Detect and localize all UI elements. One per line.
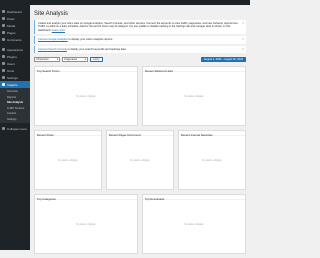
admin-sidebar: Dashboard Posts Media Pages Comments App…	[0, 5, 30, 250]
collapse-menu-button[interactable]: Collapse menu	[0, 125, 30, 132]
sidebar-item-users[interactable]: Users	[0, 60, 30, 67]
report-panel: Recent Pages Not Found No data to display	[106, 130, 174, 191]
page-icon	[2, 31, 5, 34]
sidebar-item-comments[interactable]: Comments	[0, 36, 30, 43]
user-icon	[2, 62, 5, 65]
report-panel: Recent Posts No data to display	[34, 130, 102, 191]
report-panel: Top Downloads No data to display	[142, 194, 246, 255]
empty-message: No data to display	[76, 95, 96, 99]
panel-title: Recent Posts	[35, 131, 101, 137]
settings-icon	[2, 76, 5, 79]
empty-message: No data to display	[184, 223, 204, 227]
empty-message: No data to display	[130, 159, 150, 163]
empty-message: No data to display	[58, 159, 78, 163]
date-range-button[interactable]: August 1, 2023 – August 30, 2023	[200, 56, 246, 62]
pin-icon	[2, 17, 5, 20]
filter-toolbar: Dimension ▾ Pageviews ▾ Apply August 1, 20…	[34, 56, 246, 62]
sidebar-item-insights[interactable]: Insights	[0, 81, 30, 88]
notice-text: to display your search keywords and rank…	[67, 47, 127, 51]
panel-title: Top Downloads	[143, 195, 245, 201]
main-content: Site Analysis Collect and analyze your s…	[34, 5, 246, 258]
apply-button[interactable]: Apply	[90, 56, 103, 62]
panel-row: Recent Posts No data to display Recent Pa…	[34, 130, 246, 191]
connect-search-console-link[interactable]: Connect Search Console	[38, 48, 67, 51]
chevron-down-icon: ▾	[84, 57, 86, 61]
empty-message: No data to display	[76, 223, 96, 227]
submenu-settings[interactable]: Settings	[0, 117, 30, 123]
sidebar-item-plugins[interactable]: Plugins	[0, 53, 30, 60]
sidebar-item-media[interactable]: Media	[0, 22, 30, 29]
dismiss-icon[interactable]: ×	[242, 47, 244, 51]
sidebar-item-settings[interactable]: Settings	[0, 74, 30, 81]
panel-row: Top Categories No data to display Top Dow…	[34, 194, 246, 255]
connect-analytics-link[interactable]: Connect Google Analytics	[38, 38, 68, 41]
notice-text: Collect and analyze your site's stats on…	[38, 22, 239, 32]
sidebar-item-appearance[interactable]: Appearance	[0, 46, 30, 53]
page-title: Site Analysis	[34, 11, 69, 17]
panel-title: Top Search Terms	[35, 67, 137, 73]
panel-row: Top Search Terms No data to display Recen…	[34, 66, 246, 127]
wrench-icon	[2, 69, 5, 72]
metric-select[interactable]: Pageviews ▾	[62, 56, 88, 62]
learn-more-link[interactable]: Learn more	[52, 29, 65, 32]
dismiss-icon[interactable]: ×	[242, 37, 244, 41]
notice-text: to display your visitor analytics report…	[68, 38, 113, 42]
info-notice: Collect and analyze your site's stats on…	[34, 20, 246, 35]
report-panel: Top Categories No data to display	[34, 194, 138, 255]
empty-message: No data to display	[184, 95, 204, 99]
sidebar-item-pages[interactable]: Pages	[0, 29, 30, 36]
sidebar-item-posts[interactable]: Posts	[0, 15, 30, 22]
panel-title: Recent Referred Links	[143, 67, 245, 73]
comment-icon	[2, 38, 5, 41]
panel-title: Recent Internal Searches	[179, 131, 245, 137]
chevron-down-icon: ▾	[56, 57, 58, 61]
dashboard-icon	[2, 10, 5, 13]
chart-icon	[2, 83, 5, 86]
sidebar-item-tools[interactable]: Tools	[0, 67, 30, 74]
brush-icon	[2, 48, 5, 51]
sidebar-item-dashboard[interactable]: Dashboard	[0, 8, 30, 15]
analytics-notice: Connect Google Analytics to display your…	[34, 36, 246, 44]
sidebar-submenu: Overview Reports Site Analysis Traffic S…	[0, 88, 30, 123]
report-panel: Recent Referred Links No data to display	[142, 66, 246, 127]
dimension-select[interactable]: Dimension ▾	[34, 56, 60, 62]
report-panel: Top Search Terms No data to display	[34, 66, 138, 127]
empty-message: No data to display	[202, 159, 222, 163]
plugin-icon	[2, 55, 5, 58]
panel-title: Recent Pages Not Found	[107, 131, 173, 137]
report-panel: Recent Internal Searches No data to displ…	[178, 130, 246, 191]
search-console-notice: Connect Search Console to display your s…	[34, 45, 246, 54]
collapse-icon	[2, 127, 5, 130]
panel-title: Top Categories	[35, 195, 137, 201]
media-icon	[2, 24, 5, 27]
dismiss-icon[interactable]: ×	[242, 21, 244, 25]
